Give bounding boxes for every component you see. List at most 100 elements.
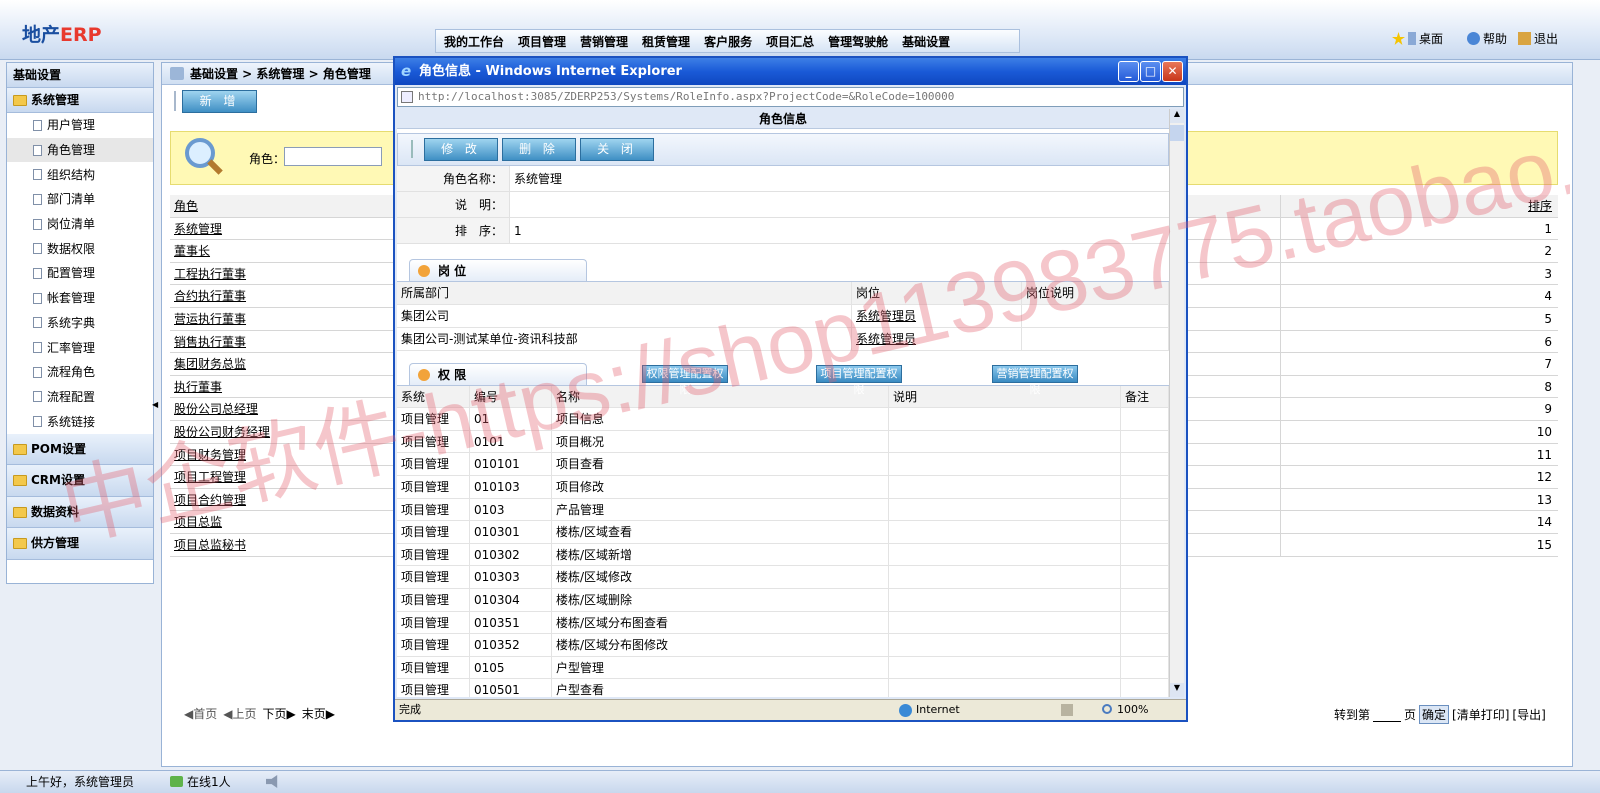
role-link[interactable]: 项目总监秘书 <box>170 534 388 556</box>
perm-cell: 项目管理 <box>397 656 470 679</box>
sidebar-item[interactable]: 用户管理 <box>7 113 153 138</box>
goto-ok-button[interactable]: 确定 <box>1419 705 1450 724</box>
perm-cell: 01 <box>470 408 552 430</box>
perm-cell: 项目概况 <box>552 430 889 453</box>
sidebar-group[interactable]: 供方管理 <box>7 528 153 560</box>
role-link[interactable]: 营运执行董事 <box>170 308 388 330</box>
goto-page-input[interactable] <box>1373 708 1402 722</box>
role-link[interactable]: 执行董事 <box>170 376 388 398</box>
perm-config-button-2[interactable]: 项目管理配置权限 <box>816 364 902 396</box>
export-link[interactable]: [导出] <box>1512 706 1545 723</box>
ie-scrollbar[interactable]: ▲ ▼ <box>1169 109 1184 697</box>
nav-item[interactable]: 租赁管理 <box>642 33 690 50</box>
perm-cell: 楼栋/区域查看 <box>552 521 889 543</box>
sidebar-item[interactable]: 流程配置 <box>7 385 153 410</box>
collapse-arrow-icon[interactable]: ◀ <box>152 400 158 409</box>
role-link[interactable]: 销售执行董事 <box>170 331 388 353</box>
nav-item[interactable]: 项目汇总 <box>766 33 814 50</box>
tab-permission[interactable]: 权 限 <box>409 362 587 385</box>
sidebar-item[interactable]: 岗位清单 <box>7 212 153 237</box>
sidebar-item[interactable]: 帐套管理 <box>7 286 153 311</box>
role-link[interactable]: 股份公司总经理 <box>170 398 388 420</box>
role-search-input[interactable] <box>284 147 382 166</box>
perm-cell <box>889 453 1121 475</box>
sidebar-item[interactable]: 系统字典 <box>7 311 153 336</box>
perm-config-button-3[interactable]: 营销管理配置权限 <box>992 364 1078 396</box>
nav-item[interactable]: 项目管理 <box>518 33 566 50</box>
sidebar-group[interactable]: CRM设置 <box>7 465 153 497</box>
perm-cell <box>1121 430 1169 453</box>
sidebar-item[interactable]: 汇率管理 <box>7 335 153 360</box>
perm-config-button-1[interactable]: 权限管理配置权限 <box>642 364 728 396</box>
help-link[interactable]: 帮助 <box>1467 30 1507 47</box>
print-list-link[interactable]: [清单打印] <box>1452 706 1509 723</box>
perm-cell: 楼栋/区域分布图查看 <box>552 611 889 634</box>
perm-cell <box>889 543 1121 566</box>
sidebar-group[interactable]: POM设置 <box>7 433 153 466</box>
security-icon[interactable] <box>1061 704 1073 716</box>
post-row: 集团公司 系统管理员 <box>397 304 1169 328</box>
ie-titlebar: e 角色信息 - Windows Internet Explorer _ □ ✕ <box>395 58 1186 85</box>
nav-item[interactable]: 基础设置 <box>902 33 950 50</box>
close-button[interactable]: 关 闭 <box>580 138 654 161</box>
nav-item[interactable]: 客户服务 <box>704 33 752 50</box>
minimize-button[interactable]: _ <box>1118 61 1139 82</box>
pager-last[interactable]: 末页▶ <box>302 705 335 722</box>
role-link[interactable]: 系统管理 <box>170 218 388 240</box>
perm-cell: 项目管理 <box>397 430 470 453</box>
scroll-thumb[interactable] <box>1170 125 1184 141</box>
tab-post[interactable]: 岗 位 <box>409 259 587 281</box>
add-button[interactable]: 新 增 <box>182 90 257 113</box>
speaker-icon[interactable] <box>266 775 278 788</box>
sidebar-group-system[interactable]: 系统管理 <box>7 88 153 113</box>
scroll-up-icon[interactable]: ▲ <box>1170 109 1184 123</box>
nav-item[interactable]: 我的工作台 <box>444 33 504 50</box>
sidebar-item[interactable]: 部门清单 <box>7 187 153 212</box>
scroll-down-icon[interactable]: ▼ <box>1170 683 1184 697</box>
post-link[interactable]: 系统管理员 <box>852 304 1022 327</box>
perm-cell <box>889 498 1121 521</box>
sidebar-item[interactable]: 角色管理 <box>7 137 153 163</box>
delete-button[interactable]: 删 除 <box>502 138 576 161</box>
perm-cell <box>1121 656 1169 679</box>
exit-link[interactable]: 退出 <box>1518 30 1558 47</box>
sidebar-item[interactable]: 数据权限 <box>7 236 153 261</box>
role-link[interactable]: 项目财务管理 <box>170 444 388 466</box>
sidebar-item[interactable]: 组织结构 <box>7 162 153 187</box>
role-link[interactable]: 合约执行董事 <box>170 285 388 307</box>
sidebar-item[interactable]: 配置管理 <box>7 261 153 286</box>
edit-button[interactable]: 修 改 <box>424 138 498 161</box>
sidebar-item[interactable]: 流程角色 <box>7 360 153 385</box>
nav-item[interactable]: 管理驾驶舱 <box>828 33 888 50</box>
role-link[interactable]: 项目总监 <box>170 511 388 533</box>
description-label: 说 明： <box>397 192 509 217</box>
pager-first[interactable]: ◀首页 <box>184 705 217 722</box>
role-link[interactable]: 股份公司财务经理 <box>170 421 388 443</box>
col-role: 角色 <box>174 199 199 213</box>
role-link[interactable]: 工程执行董事 <box>170 263 388 285</box>
sidebar-item[interactable]: 系统链接 <box>7 409 153 434</box>
close-window-button[interactable]: ✕ <box>1162 61 1183 82</box>
role-link[interactable]: 集团财务总监 <box>170 353 388 375</box>
sidebar-item-label: 组织结构 <box>47 167 96 182</box>
nav-item[interactable]: 营销管理 <box>580 33 628 50</box>
pager-next[interactable]: 下页▶ <box>263 705 296 722</box>
role-link[interactable]: 董事长 <box>170 240 388 262</box>
sidebar-group[interactable]: 数据资料 <box>7 496 153 529</box>
post-link[interactable]: 系统管理员 <box>852 327 1022 350</box>
desktop-link[interactable]: 桌面 <box>1392 30 1443 47</box>
exit-icon <box>1518 32 1531 45</box>
sidebar-item-label: 配置管理 <box>47 266 96 281</box>
maximize-button[interactable]: □ <box>1140 61 1161 82</box>
zoom-level[interactable]: 100% <box>1117 700 1148 720</box>
perm-cell: 010302 <box>470 543 552 566</box>
address-bar[interactable]: http://localhost:3085/ZDERP253/Systems/R… <box>397 87 1184 107</box>
folder-icon <box>13 475 27 487</box>
ie-status-bar: 完成 Internet 100% <box>395 699 1186 720</box>
pager-prev[interactable]: ◀上页 <box>223 705 256 722</box>
role-link[interactable]: 项目合约管理 <box>170 489 388 511</box>
doc-icon <box>33 366 42 378</box>
perm-cell <box>1121 634 1169 656</box>
role-link[interactable]: 项目工程管理 <box>170 466 388 488</box>
perm-cell: 项目管理 <box>397 475 470 498</box>
